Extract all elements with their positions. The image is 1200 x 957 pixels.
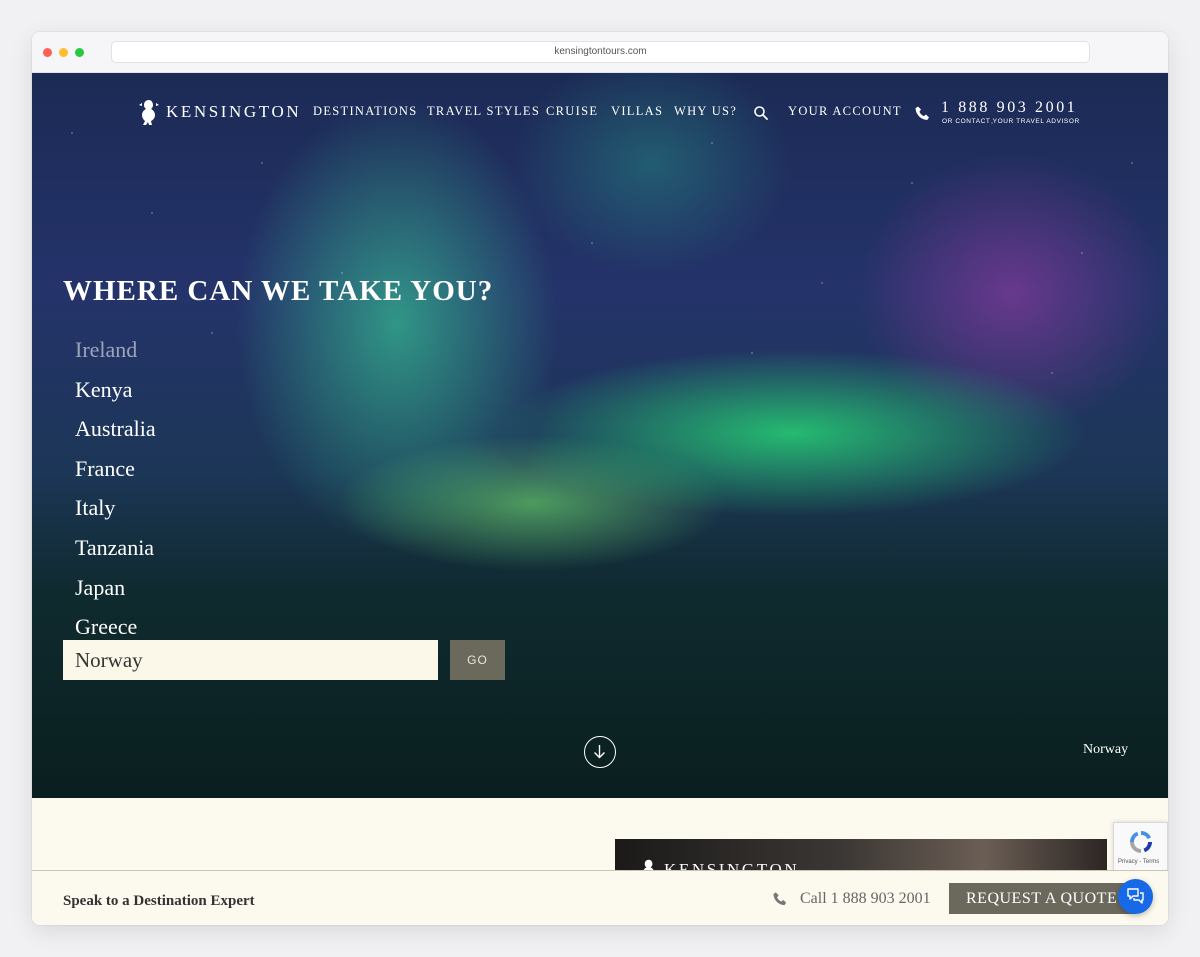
phone-icon <box>773 892 787 906</box>
destination-france[interactable]: France <box>75 454 156 494</box>
browser-chrome: kensingtontours.com <box>32 32 1168 73</box>
nav-why-us[interactable]: WHY US? <box>674 104 737 119</box>
destination-ireland[interactable]: Ireland <box>75 335 156 375</box>
recaptcha-icon <box>1130 831 1152 853</box>
contact-advisor-link[interactable]: OR CONTACT YOUR TRAVEL ADVISOR <box>942 118 1080 125</box>
lion-crest-icon <box>139 100 159 125</box>
browser-window: kensingtontours.com KENSINGTON DESTINATI… <box>32 32 1168 925</box>
chat-bubbles-icon <box>1127 888 1144 904</box>
recaptcha-links[interactable]: Privacy - Terms <box>1118 859 1159 865</box>
destination-japan[interactable]: Japan <box>75 573 156 613</box>
footer-title: Speak to a Destination Expert <box>63 893 255 909</box>
destination-tanzania[interactable]: Tanzania <box>75 533 156 573</box>
phone-number: 1 888 903 2001 <box>941 99 1078 116</box>
phone-icon <box>915 106 929 120</box>
minimize-window-button[interactable] <box>59 48 68 57</box>
request-quote-button[interactable]: REQUEST A QUOTE <box>949 883 1135 914</box>
destination-kenya[interactable]: Kenya <box>75 375 156 415</box>
address-bar[interactable]: kensingtontours.com <box>111 41 1090 63</box>
scroll-down-button[interactable] <box>584 736 616 768</box>
logo-text: KENSINGTON <box>166 102 302 121</box>
nav-travel-styles[interactable]: TRAVEL STYLES <box>427 104 540 119</box>
kensington-logo[interactable]: KENSINGTON <box>138 98 301 126</box>
image-caption: Norway <box>1083 742 1129 757</box>
maximize-window-button[interactable] <box>75 48 84 57</box>
hero-background-image <box>32 73 1168 798</box>
destination-italy[interactable]: Italy <box>75 493 156 533</box>
close-window-button[interactable] <box>43 48 52 57</box>
recaptcha-badge[interactable]: Privacy - Terms <box>1113 822 1168 872</box>
chat-button[interactable] <box>1118 879 1153 914</box>
footer-call-link[interactable]: Call 1 888 903 2001 <box>800 890 931 908</box>
hero-title: WHERE CAN WE TAKE YOU? <box>63 275 494 307</box>
go-button[interactable]: GO <box>450 640 505 680</box>
nav-villas[interactable]: VILLAS <box>611 104 663 119</box>
search-icon[interactable] <box>753 105 769 121</box>
nav-cruise[interactable]: CRUISE <box>546 104 598 119</box>
destination-australia[interactable]: Australia <box>75 414 156 454</box>
sticky-footer-bar: Speak to a Destination Expert Call 1 888… <box>32 870 1168 925</box>
nav-your-account[interactable]: YOUR ACCOUNT <box>788 104 902 119</box>
arrow-down-icon <box>594 745 605 759</box>
destination-search-input[interactable] <box>63 640 438 680</box>
hero-section: KENSINGTON DESTINATIONS TRAVEL STYLES CR… <box>32 73 1168 798</box>
nav-destinations[interactable]: DESTINATIONS <box>313 104 418 119</box>
main-navigation: KENSINGTON DESTINATIONS TRAVEL STYLES CR… <box>32 73 1168 153</box>
destination-list: Ireland Kenya Australia France Italy Tan… <box>75 335 156 652</box>
